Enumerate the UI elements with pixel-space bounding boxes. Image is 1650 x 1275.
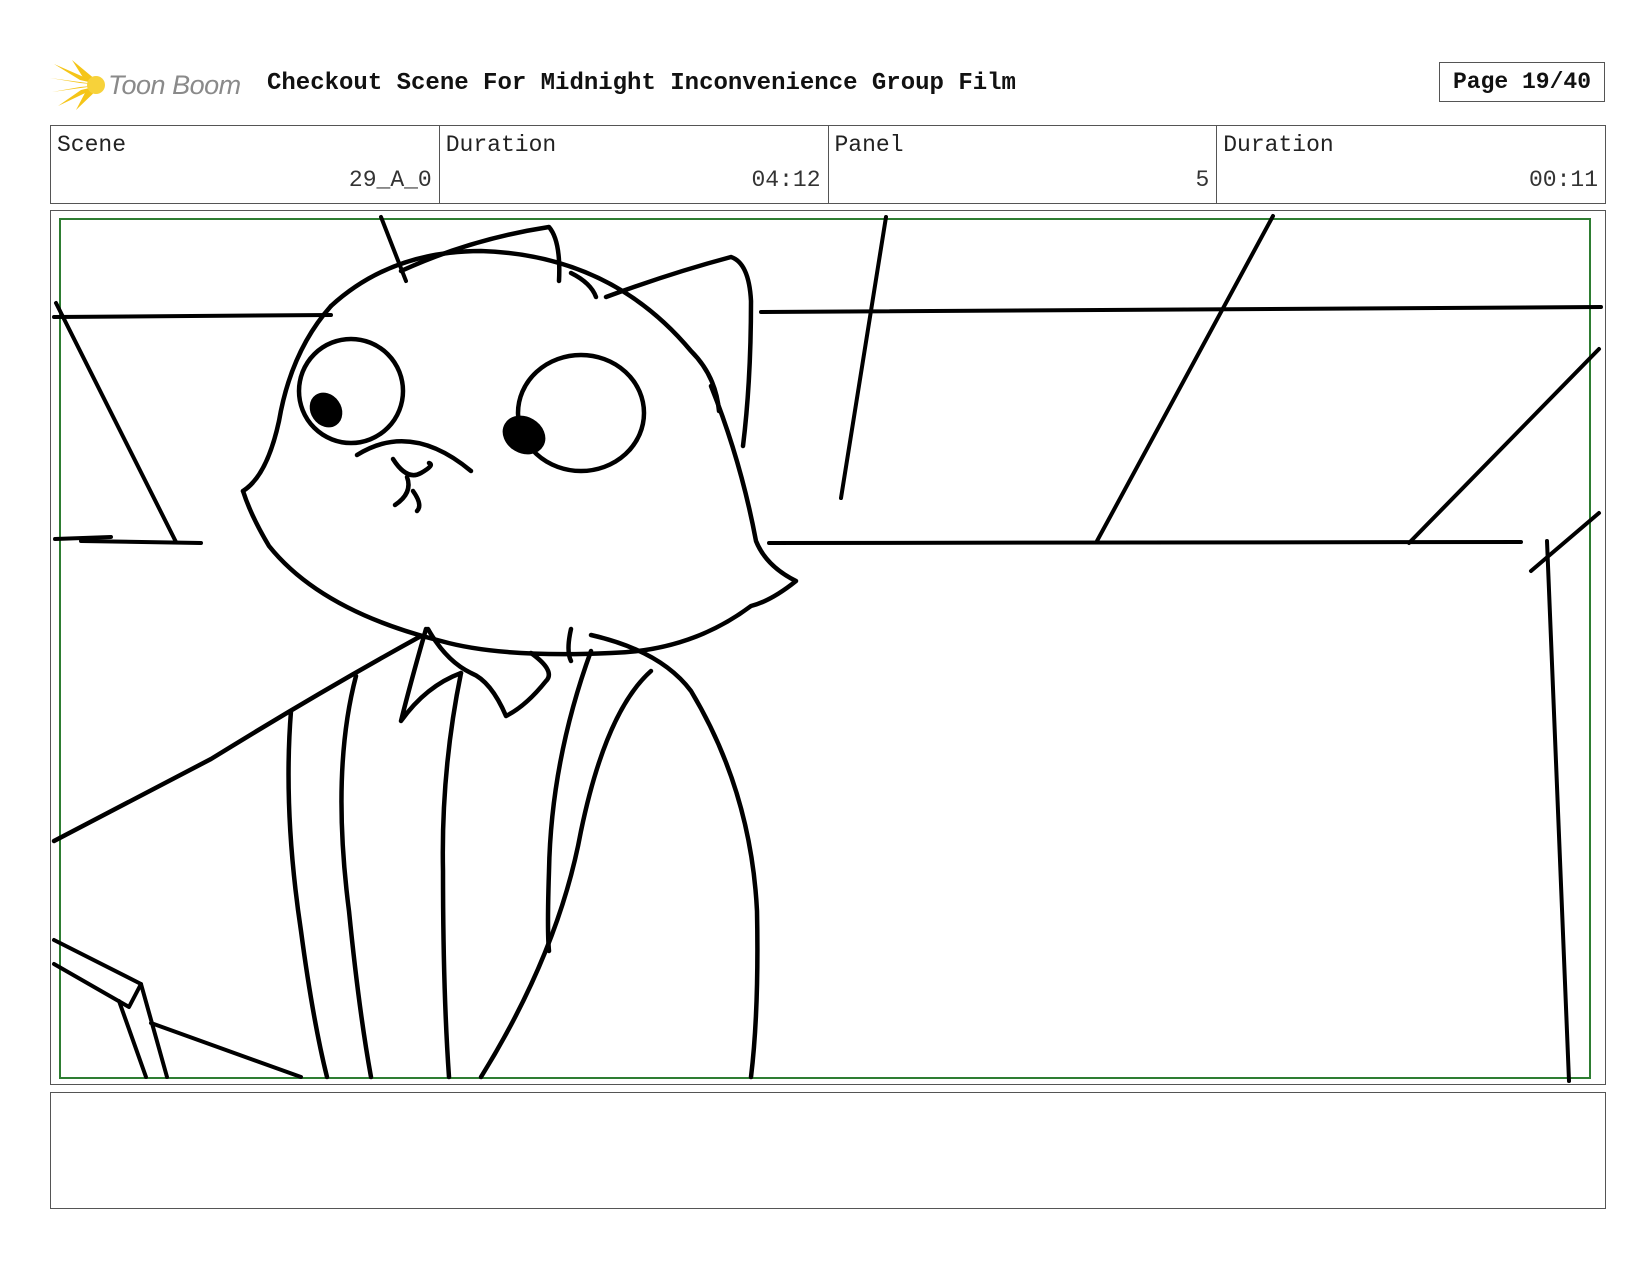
safe-area-frame bbox=[59, 218, 1591, 1079]
panel-notes-box bbox=[50, 1092, 1606, 1209]
page-header: Toon Boom Checkout Scene For Midnight In… bbox=[50, 56, 1605, 114]
toon-boom-burst-icon bbox=[50, 60, 105, 110]
scene-label: Scene bbox=[57, 132, 127, 158]
scene-duration-cell: Duration 04:12 bbox=[440, 126, 829, 203]
scene-cell: Scene 29_A_0 bbox=[51, 126, 440, 203]
background-sketch bbox=[52, 214, 1603, 1083]
panel-duration-value: 00:11 bbox=[1528, 167, 1598, 193]
panel-label: Panel bbox=[834, 132, 904, 158]
panel-duration-cell: Duration 00:11 bbox=[1217, 126, 1605, 203]
toon-boom-logo: Toon Boom bbox=[50, 58, 250, 112]
panel-sketch bbox=[51, 214, 1603, 1083]
panel-cell: Panel 5 bbox=[829, 126, 1218, 203]
scene-duration-value: 04:12 bbox=[751, 167, 821, 193]
scene-value: 29_A_0 bbox=[348, 167, 432, 193]
document-title: Checkout Scene For Midnight Inconvenienc… bbox=[267, 70, 1016, 97]
logo-wordmark: Toon Boom bbox=[108, 70, 241, 100]
page-number: Page 19/40 bbox=[1439, 62, 1605, 102]
panel-duration-label: Duration bbox=[1223, 132, 1334, 158]
scene-duration-label: Duration bbox=[445, 132, 557, 158]
cat-character-sketch bbox=[51, 224, 799, 1080]
storyboard-panel bbox=[50, 210, 1606, 1085]
scene-info-row: Scene 29_A_0 Duration 04:12 Panel 5 Dura… bbox=[50, 125, 1606, 204]
panel-value: 5 bbox=[1195, 167, 1210, 193]
